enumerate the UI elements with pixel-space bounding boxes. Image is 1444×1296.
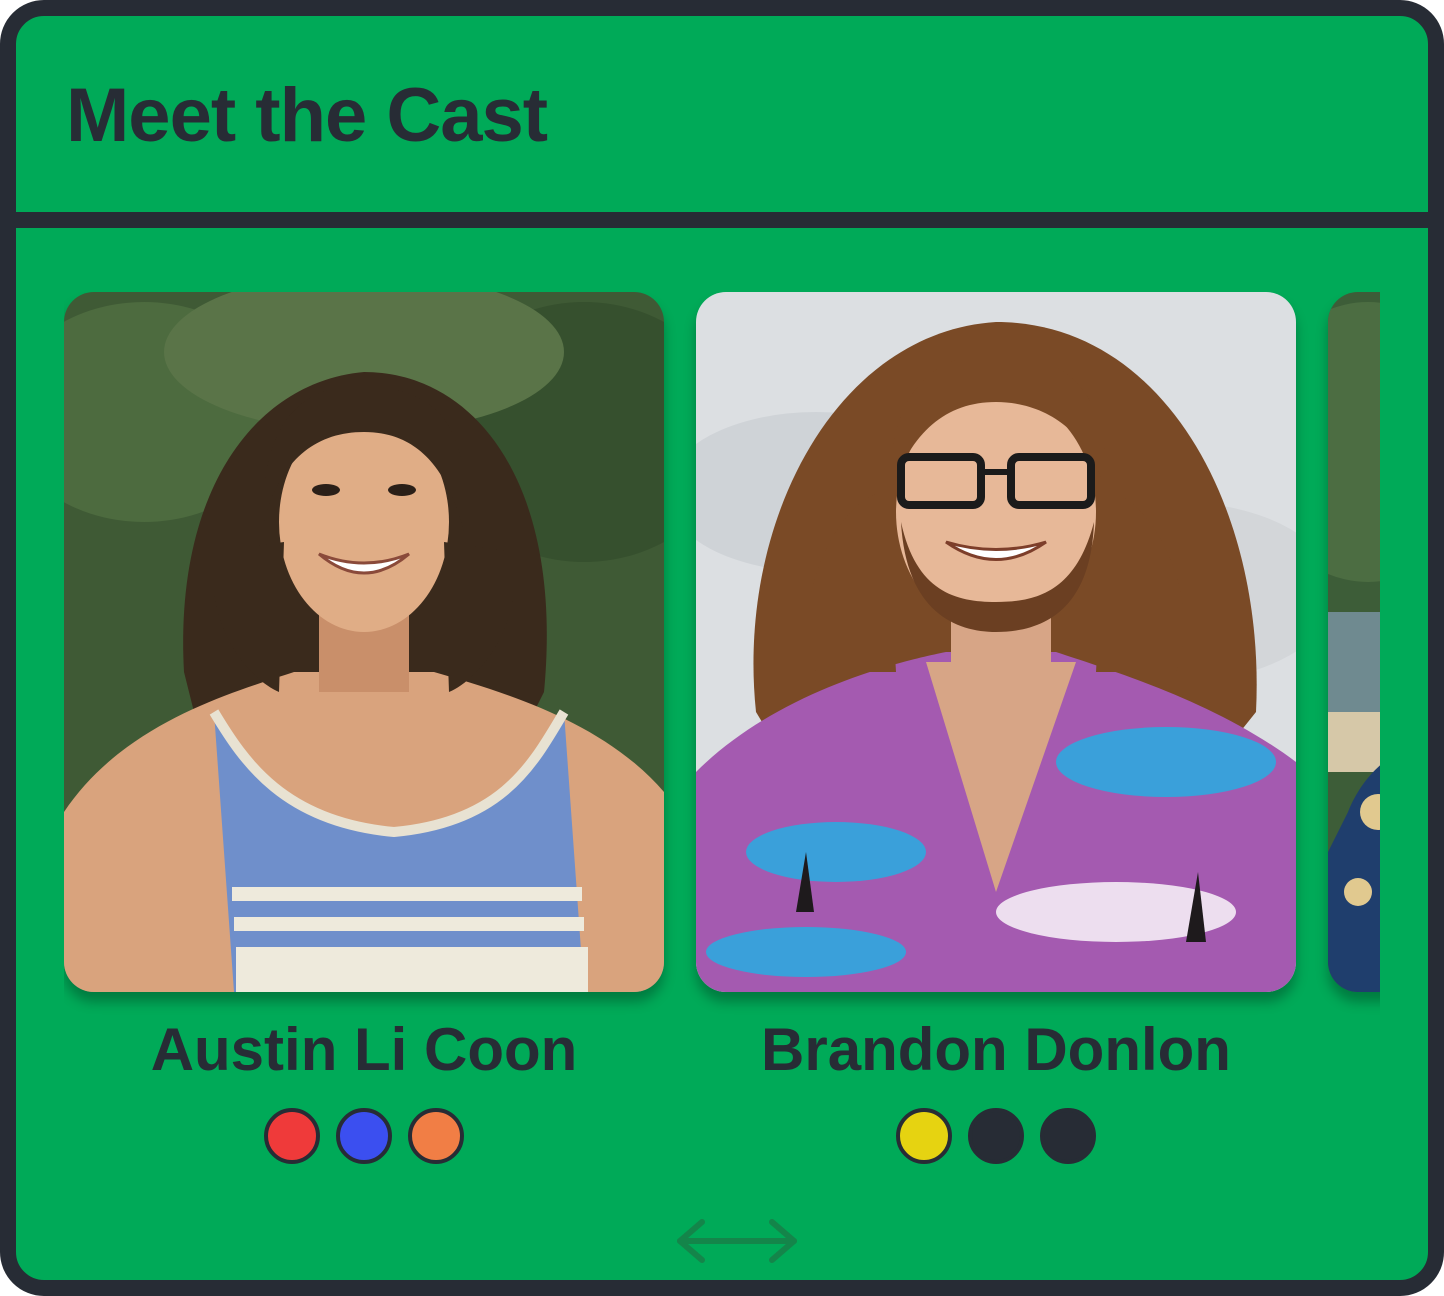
contestant-portrait-icon [64, 292, 664, 992]
cast-card-partial[interactable] [1328, 292, 1380, 992]
tribe-dot [968, 1108, 1024, 1164]
tribe-dot [1040, 1108, 1096, 1164]
contestant-photo[interactable] [64, 292, 664, 992]
panel-header: Meet the Cast [16, 16, 1428, 228]
contestant-photo[interactable] [1328, 292, 1380, 992]
contestant-photo[interactable] [696, 292, 1296, 992]
cast-card-brandon[interactable]: Brandon Donlon [696, 292, 1296, 1164]
horizontal-scroll-arrow-icon [677, 1219, 797, 1263]
tribe-dots [64, 1108, 664, 1164]
page-title: Meet the Cast [66, 73, 548, 158]
contestant-portrait-icon [696, 292, 1296, 992]
tribe-dot [336, 1108, 392, 1164]
cast-carousel-track[interactable]: Austin Li Coon Brandon Donlon [64, 292, 1380, 1192]
tribe-dot [264, 1108, 320, 1164]
cast-carousel[interactable]: Austin Li Coon Brandon Donlon [16, 228, 1428, 1280]
contestant-name: Austin Li Coon [150, 1016, 578, 1083]
tribe-dot [408, 1108, 464, 1164]
tribe-dot [896, 1108, 952, 1164]
cast-panel: Meet the Cast Austin Li Coon Brandon Don… [0, 0, 1444, 1296]
cast-card-austin[interactable]: Austin Li Coon [64, 292, 664, 1164]
contestant-name: Brandon Donlon [761, 1016, 1231, 1083]
tribe-dots [696, 1108, 1296, 1164]
contestant-portrait-icon [1328, 292, 1380, 992]
